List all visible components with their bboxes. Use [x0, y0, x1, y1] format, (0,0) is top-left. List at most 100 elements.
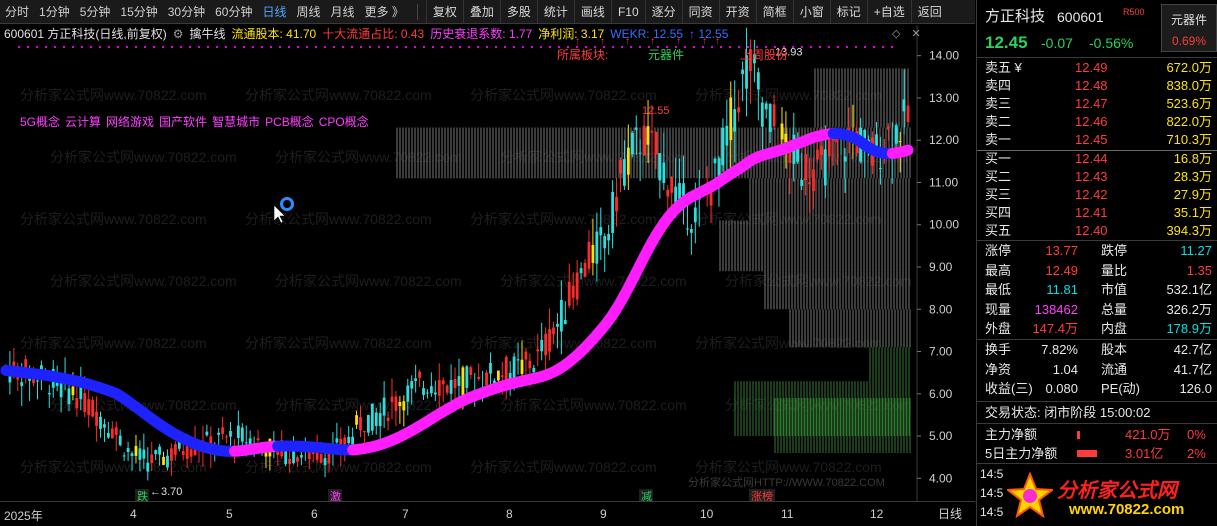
candle-body[interactable] — [130, 453, 134, 456]
candle-body[interactable] — [678, 182, 681, 200]
candle-body[interactable] — [378, 413, 382, 426]
candle-body[interactable] — [886, 126, 890, 130]
candle-body[interactable] — [619, 159, 622, 174]
candle-body[interactable] — [122, 455, 126, 457]
candle-body[interactable] — [646, 126, 650, 145]
candle-body[interactable] — [126, 448, 130, 453]
toolbar-button-13[interactable]: 返回 — [910, 0, 948, 23]
candle-body[interactable] — [370, 403, 374, 431]
candle-body[interactable] — [524, 351, 528, 360]
candle-body[interactable] — [170, 448, 173, 461]
candle-body[interactable] — [540, 339, 544, 352]
candle-body[interactable] — [414, 378, 418, 381]
candle-body[interactable] — [756, 72, 760, 90]
candle-body[interactable] — [158, 446, 161, 455]
candle-body[interactable] — [445, 385, 449, 393]
candle-body[interactable] — [532, 367, 536, 373]
toolbar-button-11[interactable]: 标记 — [829, 0, 867, 23]
toolbar-button-1[interactable]: 叠加 — [462, 0, 500, 23]
candle-body[interactable] — [433, 392, 437, 395]
book-row[interactable]: 买四 12.41 35.1万 — [977, 204, 1217, 222]
candle-body[interactable] — [142, 449, 146, 459]
candle-body[interactable] — [579, 268, 583, 274]
candle-body[interactable] — [83, 393, 87, 413]
candle-body[interactable] — [630, 132, 634, 155]
candle-body[interactable] — [236, 425, 240, 438]
candle-body[interactable] — [906, 105, 910, 123]
candle-body[interactable] — [489, 362, 492, 374]
candle-body[interactable] — [599, 227, 603, 236]
candle-body[interactable] — [99, 416, 102, 429]
candle-body[interactable] — [587, 241, 591, 269]
candle-body[interactable] — [418, 371, 421, 378]
candle-body[interactable] — [374, 412, 378, 426]
candle-body[interactable] — [150, 454, 154, 464]
candle-body[interactable] — [615, 196, 618, 212]
toolbar-button-2[interactable]: 多股 — [499, 0, 537, 23]
candle-body[interactable] — [800, 179, 804, 187]
candle-body[interactable] — [441, 380, 445, 385]
candle-body[interactable] — [670, 176, 674, 193]
concept-tag[interactable]: 网络游戏 — [106, 115, 154, 129]
candle-body[interactable] — [355, 415, 358, 425]
toolbar-button-10[interactable]: 小窗 — [792, 0, 830, 23]
candle-body[interactable] — [477, 376, 481, 379]
candle-body[interactable] — [162, 456, 165, 465]
candle-body[interactable] — [75, 398, 79, 409]
toolbar-button-8[interactable]: 开资 — [718, 0, 756, 23]
toolbar-button-6[interactable]: 逐分 — [644, 0, 682, 23]
candle-body[interactable] — [205, 431, 209, 436]
candle-body[interactable] — [611, 191, 614, 233]
candle-body[interactable] — [87, 399, 91, 416]
candle-body[interactable] — [823, 149, 827, 186]
candle-body[interactable] — [559, 299, 563, 332]
candle-body[interactable] — [422, 388, 425, 395]
period-tab-7[interactable]: 周线 — [291, 0, 325, 23]
period-tab-5[interactable]: 60分钟 — [210, 0, 257, 23]
candle-body[interactable] — [390, 396, 394, 403]
candle-body[interactable] — [796, 148, 800, 162]
candle-body[interactable] — [536, 349, 540, 352]
candle-body[interactable] — [571, 285, 575, 298]
candle-body[interactable] — [733, 109, 737, 132]
candle-body[interactable] — [166, 455, 169, 468]
toolbar-button-0[interactable]: 复权 — [425, 0, 463, 23]
candle-body[interactable] — [520, 359, 524, 374]
candle-body[interactable] — [548, 328, 551, 352]
period-tab-4[interactable]: 30分钟 — [163, 0, 210, 23]
candle-body[interactable] — [686, 228, 689, 230]
candle-body[interactable] — [741, 69, 744, 75]
candle-body[interactable] — [808, 182, 811, 185]
candle-body[interactable] — [217, 432, 221, 435]
toolbar-button-7[interactable]: 同资 — [681, 0, 719, 23]
candle-body[interactable] — [465, 366, 469, 388]
candle-body[interactable] — [347, 436, 351, 444]
candle-body[interactable] — [713, 158, 717, 164]
candle-body[interactable] — [461, 367, 465, 397]
candle-body[interactable] — [556, 323, 559, 327]
concept-tag[interactable]: 云计算 — [65, 115, 101, 129]
candle-body[interactable] — [410, 381, 414, 389]
diamond-icon[interactable]: ◇ — [892, 28, 900, 40]
candle-body[interactable] — [426, 392, 429, 394]
candle-body[interactable] — [721, 127, 725, 166]
candle-body[interactable] — [429, 386, 433, 394]
candle-body[interactable] — [221, 427, 225, 434]
toolbar-button-4[interactable]: 画线 — [573, 0, 611, 23]
candle-body[interactable] — [20, 382, 24, 387]
kline-chart-area[interactable]: 14.00 13.00 12.00 11.00 10.00 9.00 8.00 7.00 6.0… — [0, 25, 975, 501]
candle-body[interactable] — [71, 386, 75, 396]
candle-body[interactable] — [626, 147, 630, 175]
candle-body[interactable] — [516, 359, 520, 361]
concept-tag[interactable]: PCB概念 — [265, 115, 314, 129]
candle-body[interactable] — [437, 380, 441, 396]
candle-body[interactable] — [843, 156, 847, 162]
book-row[interactable]: 卖一 12.45 710.3万 — [977, 131, 1217, 149]
book-row[interactable]: 卖四 12.48 838.0万 — [977, 77, 1217, 95]
candle-body[interactable] — [784, 133, 788, 143]
candle-body[interactable] — [583, 262, 587, 277]
candle-body[interactable] — [528, 360, 532, 369]
candle-body[interactable] — [386, 417, 390, 421]
candle-body[interactable] — [91, 399, 95, 417]
candle-body[interactable] — [366, 415, 370, 433]
